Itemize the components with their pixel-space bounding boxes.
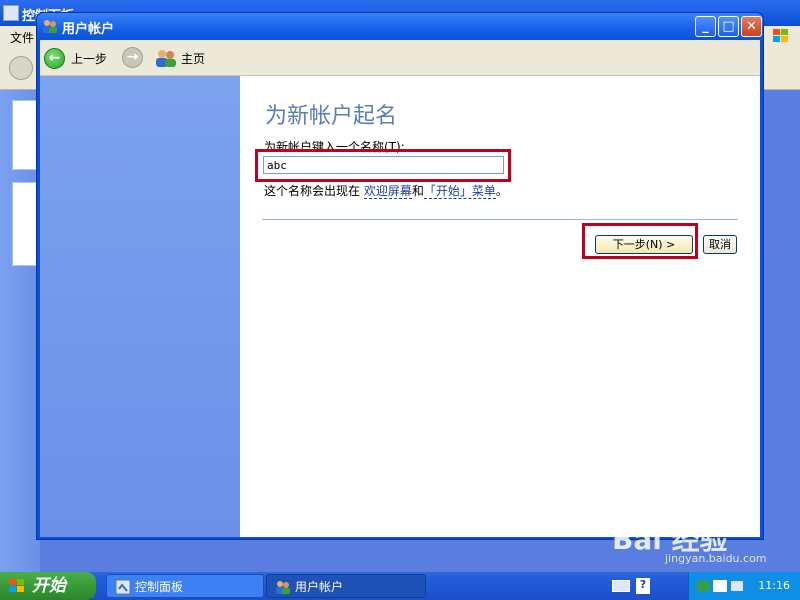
system-tray: 11:16 [688,572,800,600]
back-arrow-icon: ← [44,47,65,69]
menu-file[interactable]: 文件 [10,29,34,46]
tray-icons[interactable] [697,578,747,594]
maximize-button[interactable]: □ [718,16,739,37]
home-button[interactable]: 主页 [155,46,205,70]
clock[interactable]: 11:16 [758,579,790,592]
divider [262,219,738,220]
taskbar-item-control-panel[interactable]: 控制面板 [106,574,264,598]
hint-suffix: 。 [495,184,508,198]
hint-prefix: 这个名称会出现在 [264,184,364,198]
navigation-toolbar: ← 上一步 → 主页 [40,40,760,76]
highlight-box [582,223,698,259]
highlight-box [255,149,511,182]
task-label: 用户帐户 [295,580,344,594]
control-panel-icon [115,579,131,595]
window-title-bar[interactable]: 用户帐户 _ □ ✕ [37,13,763,40]
minimize-button[interactable]: _ [695,16,716,37]
back-button[interactable]: ← 上一步 [44,46,107,70]
start-label: 开始 [32,576,66,596]
windows-logo-icon [9,579,24,592]
start-button[interactable]: 开始 [0,572,96,600]
name-hint: 这个名称会出现在 欢迎屏幕和「开始」菜单。 [264,182,508,199]
users-home-icon [156,50,176,67]
user-accounts-window: 用户帐户 _ □ ✕ ← 上一步 → 主页 为新帐户起名 为新帐户键入一个名称(… [36,12,764,540]
user-accounts-icon [43,20,57,33]
taskbar-item-user-accounts[interactable]: 用户帐户 [266,574,426,598]
control-panel-icon [3,5,19,21]
taskbar: 开始 控制面板 用户帐户 11:16 [0,572,800,600]
user-accounts-icon [276,581,290,594]
home-label: 主页 [181,51,206,66]
back-icon[interactable] [9,56,33,80]
page-heading: 为新帐户起名 [265,104,398,129]
forward-arrow-icon[interactable]: → [122,47,143,68]
windows-logo-icon [773,29,788,42]
close-button[interactable]: ✕ [741,16,762,37]
hint-mid: 和 [411,184,424,198]
window-title: 用户帐户 [62,22,115,37]
cancel-button[interactable]: 取消 [703,235,737,254]
start-menu-link[interactable]: 「开始」菜单 [423,184,496,199]
back-label: 上一步 [71,51,108,66]
dialog-sidebar [40,76,240,537]
welcome-screen-link[interactable]: 欢迎屏幕 [363,184,412,199]
dialog-content: 为新帐户起名 为新帐户键入一个名称(T): 这个名称会出现在 欢迎屏幕和「开始」… [40,76,760,537]
keyboard-icon[interactable] [612,580,630,592]
help-icon[interactable]: ? [636,578,650,594]
watermark-url: jingyan.baidu.com [665,552,767,565]
task-label: 控制面板 [135,580,184,594]
